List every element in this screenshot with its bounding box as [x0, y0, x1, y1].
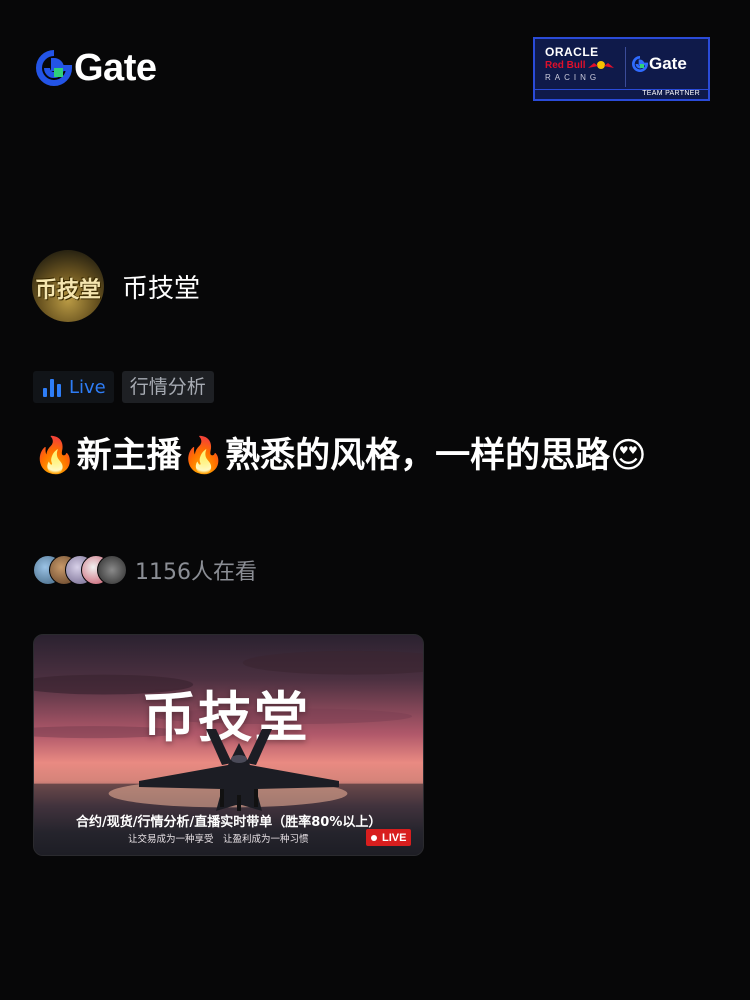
fighter-jet-icon [139, 729, 339, 811]
oracle-text: ORACLE [545, 45, 599, 59]
viewer-avatars [33, 555, 127, 585]
gate-logo-icon [36, 50, 72, 86]
host-name[interactable]: 币技堂 [122, 268, 200, 305]
team-partner-text: TEAM PARTNER [642, 90, 700, 97]
avatar-text: 币技堂 [34, 278, 101, 303]
gate-logo[interactable]: Gate [36, 47, 157, 89]
team-partner-badge: ORACLE Red Bull RACING Gate TEAM PARTNER [533, 37, 710, 101]
racing-text: RACING [545, 73, 601, 82]
partner-gate-logo: Gate [632, 54, 687, 74]
viewer-avatar [97, 555, 127, 585]
host-avatar[interactable]: 币技堂 [32, 250, 104, 322]
live-tag: Live [33, 371, 114, 403]
redbull-text: Red Bull [545, 60, 586, 71]
partner-divider [625, 47, 626, 87]
stream-cover[interactable]: 币技堂 合约/现货/行情分析/直播实时带单（胜率80%以上） 让交易成为一种享受… [33, 634, 424, 856]
live-badge-text: LIVE [382, 831, 407, 844]
viewer-count: 1156人在看 [135, 560, 257, 585]
stream-title: 🔥新主播🔥熟悉的风格，一样的思路😍 [33, 436, 647, 476]
host-profile[interactable]: 币技堂 币技堂 [32, 250, 200, 322]
category-tag[interactable]: 行情分析 [121, 371, 214, 403]
stream-tags: Live 行情分析 [33, 371, 214, 403]
cover-subcaption: 让交易成为一种享受 让盈利成为一种习惯 [128, 834, 309, 845]
live-tag-label: Live [69, 376, 106, 398]
live-badge: LIVE [366, 829, 412, 846]
cover-caption: 合约/现货/行情分析/直播实时带单（胜率80%以上） [76, 815, 382, 830]
live-dot-icon [371, 834, 377, 841]
live-bars-icon [39, 377, 61, 397]
partner-gate-text: Gate [649, 54, 687, 73]
red-bull-icon [588, 61, 614, 69]
partner-strip: TEAM PARTNER [535, 89, 708, 99]
logo-text: Gate [74, 47, 157, 89]
viewer-info: 1156人在看 [33, 554, 257, 586]
gate-small-icon [632, 56, 648, 72]
